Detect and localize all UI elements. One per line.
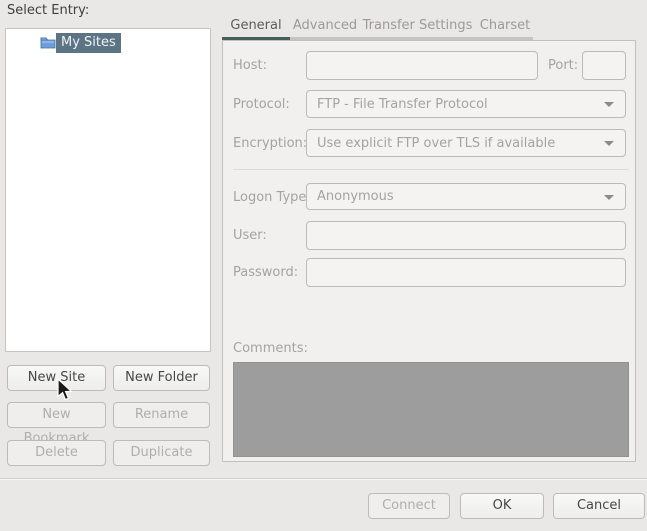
delete-button: Delete [7,440,106,466]
protocol-label: Protocol: [233,97,290,112]
password-input [306,258,626,287]
tab-charset[interactable]: Charset [475,16,535,40]
logon-type-label: Logon Type: [233,190,311,205]
tab-advanced[interactable]: Advanced [290,16,360,40]
encryption-label: Encryption: [233,136,307,151]
logon-type-dropdown: Anonymous [306,183,626,210]
general-tab-panel: Host: Port: Protocol: FTP - File Transfe… [222,40,636,462]
comments-textarea [233,362,629,457]
chevron-down-icon [604,195,614,200]
user-label: User: [233,228,267,243]
chevron-down-icon [604,141,614,146]
mouse-cursor [57,379,75,403]
protocol-value: FTP - File Transfer Protocol [317,97,488,112]
section-divider [233,169,629,170]
new-folder-button[interactable]: New Folder [113,365,210,391]
folder-icon [40,35,56,49]
protocol-dropdown: FTP - File Transfer Protocol [306,90,626,118]
duplicate-button: Duplicate [113,440,210,466]
site-tree[interactable]: My Sites [5,28,211,352]
user-input [306,221,626,250]
port-label: Port: [548,58,578,73]
chevron-down-icon [604,102,614,107]
new-bookmark-button: New Bookmark [7,402,106,428]
host-input [306,51,538,80]
encryption-value: Use explicit FTP over TLS if available [317,136,555,151]
rename-button: Rename [113,402,210,428]
select-entry-label: Select Entry: [7,3,89,18]
footer-divider-highlight [0,479,647,480]
port-input [582,51,626,80]
tree-item-label[interactable]: My Sites [56,33,121,53]
cancel-button[interactable]: Cancel [553,493,645,519]
password-label: Password: [233,265,298,280]
host-label: Host: [233,58,267,73]
site-manager-dialog: Select Entry: My Sites New Site New Fold… [0,0,647,531]
tree-item-my-sites[interactable]: My Sites [6,33,210,53]
ok-button[interactable]: OK [460,493,544,519]
connect-button: Connect [368,493,450,519]
comments-label: Comments: [233,341,308,356]
logon-type-value: Anonymous [317,189,394,204]
encryption-dropdown: Use explicit FTP over TLS if available [306,129,626,157]
tab-transfer-settings[interactable]: Transfer Settings [360,16,475,40]
